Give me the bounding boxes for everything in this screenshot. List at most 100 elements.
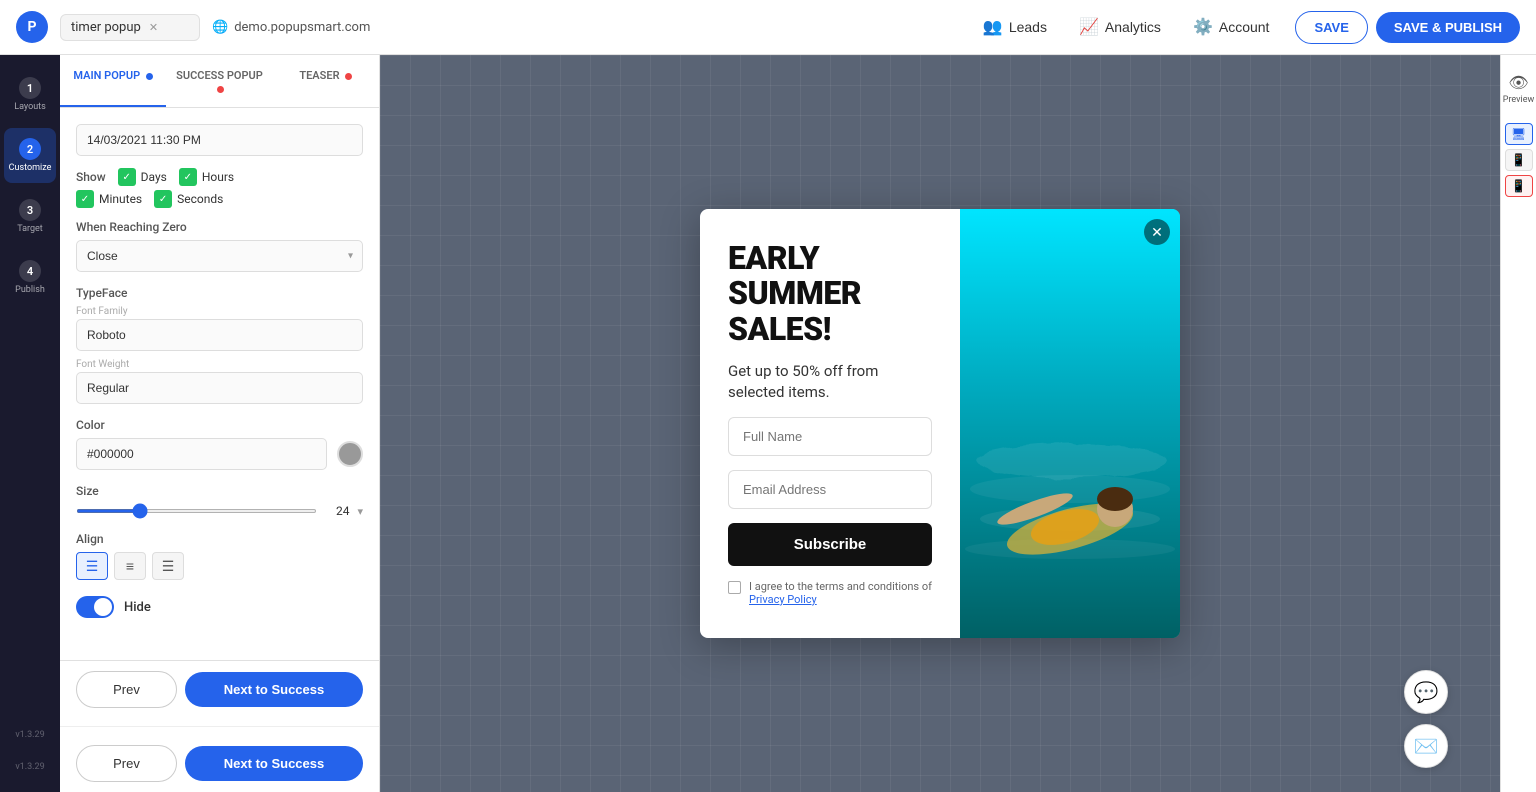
font-family-hint: Font Family (76, 306, 363, 317)
hours-text: Hours (202, 170, 234, 184)
panel-tabs: MAIN POPUP SUCCESS POPUP TEASER (60, 55, 379, 108)
tablet-button[interactable]: 📱 (1505, 149, 1533, 171)
save-button[interactable]: SAVE (1295, 11, 1367, 44)
tab-main-popup[interactable]: MAIN POPUP (60, 55, 166, 107)
step-label-4: Publish (15, 285, 45, 295)
topbar-right: 👥 Leads 📈 Analytics ⚙️ Account SAVE SAVE… (969, 9, 1520, 45)
sidebar-step-layouts[interactable]: 1 Layouts (4, 67, 56, 122)
toggle-knob (94, 598, 112, 616)
show-minutes: ✓ Minutes (76, 190, 142, 208)
right-panel: 👁 Preview 🖥 📱 📱 (1500, 55, 1536, 792)
fullname-input[interactable] (728, 417, 932, 456)
popup-subtitle: Get up to 50% off from selected items. (728, 361, 932, 403)
panel: MAIN POPUP SUCCESS POPUP TEASER Show ✓ D (60, 55, 380, 792)
project-name-field[interactable]: timer popup ✕ (60, 14, 200, 41)
preview-button[interactable]: 👁 Preview (1499, 65, 1536, 113)
prev-button-1[interactable]: Prev (76, 671, 177, 708)
when-select[interactable]: Close Hide Redirect (76, 240, 363, 272)
show-hours: ✓ Hours (179, 168, 234, 186)
font-weight-wrap: Font Weight Regular Bold Light (76, 359, 363, 404)
url-text: demo.popupsmart.com (234, 20, 370, 35)
logo[interactable]: P (16, 11, 48, 43)
step-num-4: 4 (19, 260, 41, 282)
url-bar: 🌐 demo.popupsmart.com (212, 20, 370, 35)
popup-image (960, 209, 1180, 638)
hide-row: Hide (76, 596, 363, 618)
next-button-1[interactable]: Next to Success (185, 672, 363, 707)
tab-success-popup[interactable]: SUCCESS POPUP (166, 55, 272, 107)
font-weight-select[interactable]: Regular Bold Light (76, 372, 363, 404)
show-row-2: ✓ Minutes ✓ Seconds (76, 190, 363, 208)
step-num-2: 2 (19, 138, 41, 160)
align-left-button[interactable]: ☰ (76, 552, 108, 580)
step-label-1: Layouts (14, 102, 46, 112)
popup-card: EARLY SUMMER SALES! Get up to 50% off fr… (700, 209, 1180, 638)
prev-button-2[interactable]: Prev (76, 745, 177, 782)
chat-button-1[interactable]: 💬 (1404, 670, 1448, 714)
align-row: ☰ ≡ ☰ (76, 552, 363, 580)
device-toggle: 🖥 📱 📱 (1505, 123, 1533, 197)
project-name-text: timer popup (71, 20, 141, 35)
align-label: Align (76, 532, 363, 546)
analytics-label: Analytics (1105, 19, 1161, 35)
next-button-2[interactable]: Next to Success (185, 746, 363, 781)
leads-button[interactable]: 👥 Leads (969, 9, 1061, 45)
globe-icon: 🌐 (212, 20, 228, 35)
date-field[interactable] (76, 124, 363, 156)
sidebar-step-customize[interactable]: 2 Customize (4, 128, 56, 183)
step-num-1: 1 (19, 77, 41, 99)
check-days-icon: ✓ (118, 168, 136, 186)
account-button[interactable]: ⚙️ Account (1179, 9, 1284, 45)
size-value: 24 (325, 504, 349, 518)
analytics-icon: 📈 (1079, 17, 1099, 37)
chat-button-2[interactable]: ✉️ (1404, 724, 1448, 768)
subscribe-button[interactable]: Subscribe (728, 523, 932, 566)
account-icon: ⚙️ (1193, 17, 1213, 37)
show-seconds: ✓ Seconds (154, 190, 223, 208)
tab-dot-success (217, 86, 224, 93)
tab-teaser[interactable]: TEASER (273, 55, 379, 107)
align-right-button[interactable]: ☰ (152, 552, 184, 580)
check-hours-icon: ✓ (179, 168, 197, 186)
panel-content: Show ✓ Days ✓ Hours ✓ Minutes ✓ Seconds (60, 108, 379, 660)
leads-icon: 👥 (983, 17, 1003, 37)
sidebar-step-target[interactable]: 3 Target (4, 189, 56, 244)
privacy-checkbox[interactable] (728, 581, 741, 594)
version-1: v1.3.29 (15, 722, 44, 748)
align-center-button[interactable]: ≡ (114, 552, 146, 580)
step-label-3: Target (17, 224, 43, 234)
color-input[interactable] (76, 438, 327, 470)
hide-toggle[interactable] (76, 596, 114, 618)
save-publish-button[interactable]: SAVE & PUBLISH (1376, 12, 1520, 43)
privacy-link[interactable]: Privacy Policy (749, 593, 817, 606)
version-2: v1.3.29 (15, 754, 44, 780)
color-picker[interactable] (337, 441, 363, 467)
size-slider[interactable] (76, 509, 317, 513)
email-input[interactable] (728, 470, 932, 509)
font-family-wrap: Font Family Roboto Arial Open Sans (76, 306, 363, 351)
chat-buttons: 💬 ✉️ (1404, 670, 1448, 768)
popup-title: EARLY SUMMER SALES! (728, 241, 932, 347)
when-select-wrap: Close Hide Redirect ▾ (76, 240, 363, 272)
color-row (76, 438, 363, 470)
canvas: EARLY SUMMER SALES! Get up to 50% off fr… (380, 55, 1500, 792)
font-family-select[interactable]: Roboto Arial Open Sans (76, 319, 363, 351)
panel-footer: Prev Next to Success Prev Next to Succes… (60, 660, 379, 792)
size-unit: ▾ (357, 505, 363, 518)
size-label: Size (76, 484, 363, 498)
privacy-text: I agree to the terms and conditions of (749, 580, 932, 593)
sidebar-step-publish[interactable]: 4 Publish (4, 250, 56, 305)
topbar: P timer popup ✕ 🌐 demo.popupsmart.com 👥 … (0, 0, 1536, 55)
check-minutes-icon: ✓ (76, 190, 94, 208)
show-label: Show (76, 170, 106, 184)
analytics-button[interactable]: 📈 Analytics (1065, 9, 1175, 45)
mobile-button[interactable]: 📱 (1505, 175, 1533, 197)
typeface-label: TypeFace (76, 286, 363, 300)
seconds-text: Seconds (177, 192, 223, 206)
desktop-button[interactable]: 🖥 (1505, 123, 1533, 145)
project-close-icon[interactable]: ✕ (149, 21, 158, 34)
hide-text: Hide (124, 600, 151, 615)
tab-dot-teaser (345, 73, 352, 80)
check-seconds-icon: ✓ (154, 190, 172, 208)
popup-right (960, 209, 1180, 638)
